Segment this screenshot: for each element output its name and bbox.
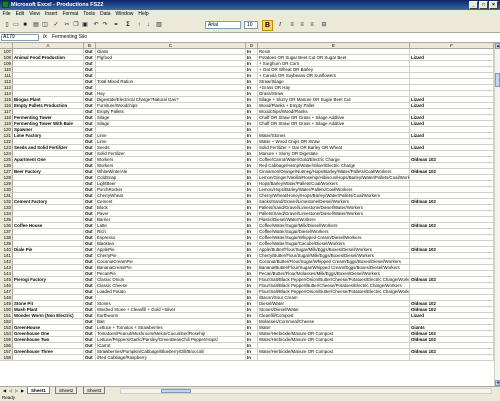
minimize-button[interactable]: _: [469, 1, 478, 9]
menu-edit[interactable]: Edit: [13, 11, 27, 17]
table-row: 158 Out/Red Cabbage/Raspberry In: [0, 355, 494, 361]
menu-view[interactable]: View: [27, 11, 43, 17]
horizontal-scroll-thumb[interactable]: [161, 389, 191, 393]
paste-icon[interactable]: ▣: [81, 21, 89, 29]
menu-tools[interactable]: Tools: [81, 11, 98, 17]
status-bar: Ready: [0, 394, 500, 401]
redo-icon[interactable]: ↷: [101, 21, 109, 29]
scroll-up-icon[interactable]: ▲: [495, 43, 500, 49]
cell-f[interactable]: [410, 355, 494, 361]
cell-d[interactable]: In: [246, 355, 258, 361]
toolbar: ▯ ▭ ■ ▤ ◫ ✓ ✂ ❐ ▣ ↶ ↷ ⚭ Σ ↑ ↓ ▥ Arial 10…: [0, 18, 500, 33]
tab-sheet3[interactable]: Sheet3: [83, 387, 106, 394]
tab-sheet1[interactable]: Sheet1: [27, 387, 50, 394]
font-name-select[interactable]: Arial: [205, 21, 241, 29]
sort-asc-icon[interactable]: ↑: [135, 21, 143, 29]
menu-insert[interactable]: Insert: [42, 11, 60, 17]
hyperlink-icon[interactable]: ⚭: [112, 21, 120, 29]
align-center-icon[interactable]: ≡: [298, 21, 306, 29]
cell-a[interactable]: [13, 355, 84, 361]
font-size-select[interactable]: 10: [244, 21, 258, 29]
cell-b[interactable]: Out: [84, 355, 96, 361]
save-icon[interactable]: ■: [21, 21, 29, 29]
title-bar: Microsoft Excel - Productions FS22 _ □ ×: [0, 0, 500, 10]
cut-icon[interactable]: ✂: [63, 21, 71, 29]
fx-icon[interactable]: fx: [43, 33, 47, 42]
spelling-icon[interactable]: ✓: [52, 21, 60, 29]
print-icon[interactable]: ▤: [32, 21, 40, 29]
menu-window[interactable]: Window: [113, 11, 136, 17]
menu-data[interactable]: Data: [97, 11, 113, 17]
align-right-icon[interactable]: ≡: [308, 21, 316, 29]
maximize-button[interactable]: □: [479, 1, 488, 9]
excel-icon: [2, 1, 9, 8]
cell-e[interactable]: [258, 355, 410, 361]
print-preview-icon[interactable]: ◫: [41, 21, 49, 29]
menu-format[interactable]: Format: [60, 11, 81, 17]
name-box[interactable]: A179: [1, 34, 39, 41]
row-header[interactable]: 158: [0, 355, 13, 361]
vertical-scrollbar[interactable]: ▲ ▼: [494, 43, 500, 386]
undo-icon[interactable]: ↶: [92, 21, 100, 29]
autosum-icon[interactable]: Σ: [123, 21, 133, 29]
menu-file[interactable]: File: [0, 11, 13, 17]
open-icon[interactable]: ▭: [12, 21, 20, 29]
formula-bar: A179 fx Fermenting Silo: [0, 33, 500, 43]
align-left-icon[interactable]: ≡: [288, 21, 296, 29]
sort-desc-icon[interactable]: ↓: [144, 21, 152, 29]
copy-icon[interactable]: ❐: [72, 21, 80, 29]
bold-button[interactable]: B: [262, 20, 273, 31]
cell-c[interactable]: /Red Cabbage/Raspberry: [96, 355, 246, 361]
close-button[interactable]: ×: [489, 1, 498, 9]
chart-wizard-icon[interactable]: ▥: [155, 21, 163, 29]
menu-bar: File Edit View Insert Format Tools Data Window H…: [0, 10, 500, 18]
tab-sheet2[interactable]: Sheet2: [55, 387, 78, 394]
menu-help[interactable]: Help: [136, 11, 151, 17]
formula-input[interactable]: Fermenting Silo: [52, 33, 87, 42]
italic-button[interactable]: I: [276, 21, 284, 29]
vertical-scroll-thumb[interactable]: [495, 73, 500, 87]
spreadsheet-grid[interactable]: 107 Out Glass In Resin 108 Animal Food Product…: [0, 49, 494, 386]
window-title: Microsoft Excel - Productions FS22: [11, 2, 104, 8]
merge-center-icon[interactable]: ⊟: [320, 21, 328, 29]
new-icon[interactable]: ▯: [3, 21, 11, 29]
